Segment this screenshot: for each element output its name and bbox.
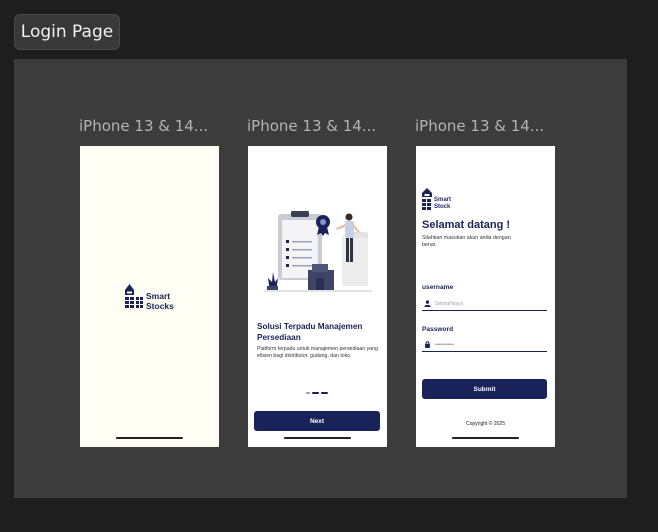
boxes-logo-icon	[136, 297, 143, 308]
password-label: Password	[422, 326, 454, 333]
user-icon	[424, 300, 431, 307]
warehouse-logo-icon	[125, 284, 134, 308]
welcome-subtitle: Silahkan masukan akun anda dengan benar.	[422, 235, 511, 248]
home-indicator	[452, 437, 519, 439]
login-screen[interactable]: Smart Stock Selamat datang ! Silahkan ma…	[416, 146, 555, 447]
username-label: username	[422, 284, 454, 291]
page-dot[interactable]	[306, 392, 310, 394]
password-placeholder: •••••••••••••••	[435, 341, 454, 348]
password-field[interactable]: •••••••••••••••	[422, 338, 547, 352]
smart-stocks-logo: Smart Stocks	[124, 283, 174, 311]
home-indicator	[116, 437, 183, 439]
next-button[interactable]: Next	[254, 411, 380, 431]
page-dot-active[interactable]	[312, 392, 319, 394]
home-indicator	[284, 437, 351, 439]
frame-title-login[interactable]: iPhone 13 & 14...	[415, 117, 544, 135]
logo-text-line1: Smart	[146, 291, 171, 301]
smart-stock-logo: Smart Stock	[422, 187, 451, 211]
inventory-illustration	[264, 208, 372, 292]
welcome-title: Selamat datang !	[422, 219, 511, 231]
onboarding-screen[interactable]: Solusi Terpadu Manajemen Persediaan Plat…	[248, 146, 387, 447]
onboarding-description: Platform terpadu untuk manajemen persedi…	[257, 346, 378, 360]
username-placeholder: SelmaHayys	[435, 300, 464, 307]
logo-text-line2: Stocks	[146, 300, 174, 311]
lock-icon	[425, 341, 430, 348]
copyright-text: Copyright © 2025	[466, 421, 505, 427]
frame-title-splash[interactable]: iPhone 13 & 14...	[79, 117, 208, 135]
page-label[interactable]: Login Page	[14, 14, 120, 50]
page-indicator[interactable]	[306, 392, 328, 394]
splash-screen[interactable]: Smart Stocks	[80, 146, 219, 447]
logo-text-line2: Stock	[434, 204, 451, 210]
submit-button[interactable]: Submit	[422, 379, 547, 399]
logo-text-line1: Smart	[434, 197, 452, 203]
username-field[interactable]: SelmaHayys	[422, 297, 547, 311]
warehouse-logo-icon	[422, 188, 432, 210]
onboarding-title: Solusi Terpadu Manajemen Persediaan	[257, 322, 363, 342]
page-dot[interactable]	[321, 392, 328, 394]
frame-title-onboarding[interactable]: iPhone 13 & 14...	[247, 117, 376, 135]
